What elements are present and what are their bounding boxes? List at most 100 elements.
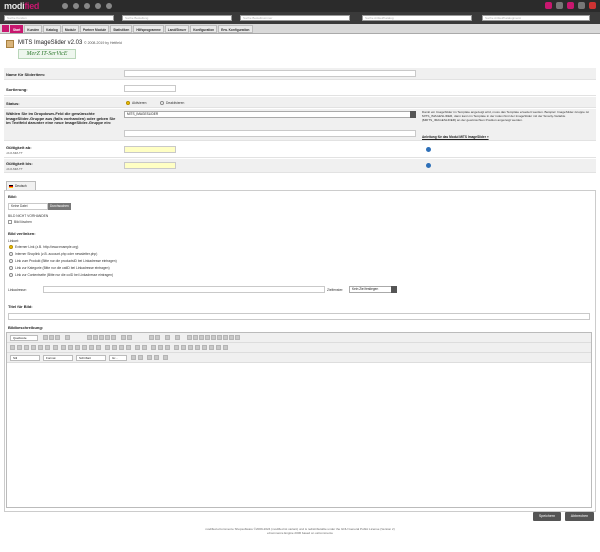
div-icon[interactable] — [96, 345, 101, 350]
bullet-list-icon[interactable] — [68, 345, 73, 350]
subscript-icon[interactable] — [38, 345, 43, 350]
search-ordernumber-input[interactable]: Suche Bestellnummer — [240, 15, 350, 21]
size-select[interactable]: Gr... — [109, 355, 127, 361]
redo-icon[interactable] — [127, 335, 132, 340]
hidden-field-icon[interactable] — [235, 335, 240, 340]
image-button-icon[interactable] — [229, 335, 234, 340]
flash-icon[interactable] — [181, 345, 186, 350]
align-left-icon[interactable] — [105, 345, 110, 350]
nav-start[interactable]: Start — [10, 24, 24, 33]
link-external-radio[interactable] — [9, 245, 13, 249]
outdent-icon[interactable] — [75, 345, 80, 350]
cancel-button[interactable]: Abbrechen — [565, 512, 594, 521]
replace-icon[interactable] — [155, 335, 160, 340]
style-select[interactable]: Stil — [10, 355, 40, 361]
status-off-radio[interactable] — [160, 100, 164, 105]
status-on-radio[interactable] — [126, 100, 130, 105]
nav-statistics[interactable]: Statistiken — [110, 24, 133, 33]
remove-format-icon[interactable] — [53, 345, 58, 350]
maximize-icon[interactable] — [147, 355, 152, 360]
nav-home-icon[interactable] — [2, 25, 9, 32]
bold-icon[interactable] — [10, 345, 15, 350]
font-select[interactable]: Schriftart — [76, 355, 106, 361]
source-button[interactable]: Quellcode — [10, 335, 38, 341]
indent-icon[interactable] — [82, 345, 87, 350]
preview-icon[interactable] — [49, 335, 54, 340]
format-select[interactable]: Format — [43, 355, 73, 361]
rtl-icon[interactable] — [142, 345, 147, 350]
form-icon[interactable] — [187, 335, 192, 340]
app-logo[interactable]: modified — [4, 1, 39, 11]
pagebreak-icon[interactable] — [216, 345, 221, 350]
checkbox-icon[interactable] — [193, 335, 198, 340]
nav-ext-config[interactable]: Erw. Konfiguration — [218, 24, 253, 33]
valid-from-input[interactable] — [124, 146, 176, 153]
delete-image-checkbox[interactable] — [8, 220, 12, 224]
align-right-icon[interactable] — [119, 345, 124, 350]
blockquote-icon[interactable] — [89, 345, 94, 350]
nav-config[interactable]: Konfiguration — [190, 24, 218, 33]
anchor-icon[interactable] — [165, 345, 170, 350]
name-input[interactable] — [124, 70, 416, 77]
chevron-down-icon[interactable] — [391, 286, 397, 293]
settings-icon[interactable] — [578, 2, 585, 9]
image-file-input[interactable]: Keine Datei — [8, 203, 48, 210]
nav-tax[interactable]: Land/Steuer — [164, 24, 190, 33]
link-address-input[interactable] — [43, 286, 325, 293]
title-input[interactable] — [8, 313, 590, 320]
hr-icon[interactable] — [195, 345, 200, 350]
info-icon[interactable] — [426, 163, 431, 168]
paste-icon[interactable] — [99, 335, 104, 340]
group-new-input[interactable] — [124, 130, 416, 137]
chevron-down-icon[interactable] — [410, 111, 416, 118]
radio-icon[interactable] — [199, 335, 204, 340]
image-icon[interactable] — [174, 345, 179, 350]
strike-icon[interactable] — [31, 345, 36, 350]
superscript-icon[interactable] — [45, 345, 50, 350]
target-select[interactable]: Kein Ziel festlegen — [349, 286, 393, 293]
search-productmenu-input[interactable]: Suche Artikel/Katalogmenü — [482, 15, 590, 21]
help-circle-icon[interactable] — [567, 2, 574, 9]
button-icon[interactable] — [223, 335, 228, 340]
template-icon[interactable] — [65, 335, 70, 340]
valid-to-input[interactable] — [124, 162, 176, 169]
show-blocks-icon[interactable] — [154, 355, 159, 360]
nav-customers[interactable]: Kunden — [24, 24, 43, 33]
paste-text-icon[interactable] — [105, 335, 110, 340]
underline-icon[interactable] — [24, 345, 29, 350]
copy-icon[interactable] — [93, 335, 98, 340]
search-products-input[interactable]: Suche Artikel/Katalog — [362, 15, 472, 21]
spellcheck-icon[interactable] — [175, 335, 180, 340]
smiley-icon[interactable] — [202, 345, 207, 350]
about-icon[interactable] — [163, 355, 168, 360]
textfield-icon[interactable] — [205, 335, 210, 340]
tab-german[interactable]: Deutsch — [6, 181, 36, 190]
save-button[interactable]: Speichern — [533, 512, 561, 521]
admin-icon[interactable] — [62, 3, 68, 9]
nav-partner-modules[interactable]: Partner Module — [80, 24, 110, 33]
search-customers-input[interactable]: Suche Kunden — [4, 15, 114, 21]
home-icon[interactable] — [545, 2, 552, 9]
sort-input[interactable] — [124, 85, 176, 92]
select-icon[interactable] — [217, 335, 222, 340]
guide-link[interactable]: Anleitung für das Modul MITS ImageSlider… — [422, 135, 489, 139]
nav-modules[interactable]: Module — [61, 24, 79, 33]
link-internal-radio[interactable] — [9, 252, 13, 256]
ltr-icon[interactable] — [135, 345, 140, 350]
special-char-icon[interactable] — [209, 345, 214, 350]
select-all-icon[interactable] — [165, 335, 170, 340]
cut-icon[interactable] — [87, 335, 92, 340]
align-justify-icon[interactable] — [126, 345, 131, 350]
print-icon[interactable] — [55, 335, 60, 340]
bg-color-icon[interactable] — [138, 355, 143, 360]
undo-icon[interactable] — [121, 335, 126, 340]
info-icon[interactable] — [426, 147, 431, 152]
user-icon[interactable] — [556, 2, 563, 9]
link-content-radio[interactable] — [9, 273, 13, 277]
italic-icon[interactable] — [17, 345, 22, 350]
text-color-icon[interactable] — [131, 355, 136, 360]
paste-word-icon[interactable] — [111, 335, 116, 340]
group-select[interactable]: MITS_IMAGESLIDER — [124, 111, 416, 118]
textarea-icon[interactable] — [211, 335, 216, 340]
unlink-icon[interactable] — [158, 345, 163, 350]
